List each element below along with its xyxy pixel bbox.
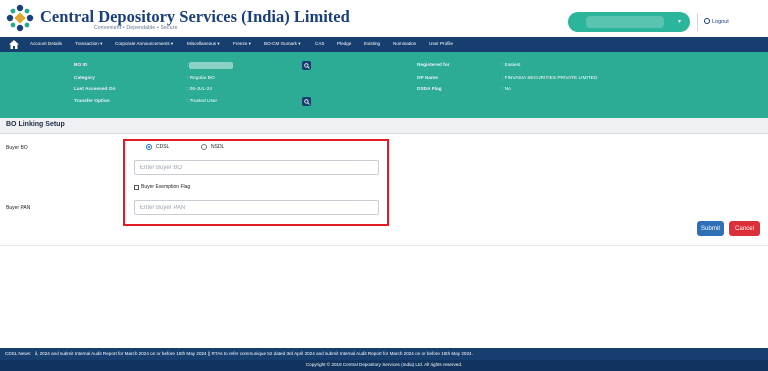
buyer-bo-input[interactable] [134,160,379,175]
section-title: BO Linking Setup [6,121,65,128]
nav-freeze[interactable]: Freeze ▾ [233,41,251,47]
nav-corporate-announcements[interactable]: Corporate Announcements ▾ [115,41,173,47]
radio-cdsl-label: CDSL [156,144,170,150]
bo-id-label: BO ID [74,63,88,68]
logout-label: Logout [712,19,729,25]
search-icon [303,62,310,69]
user-select-dropdown[interactable]: ▾ [568,12,690,32]
nav-bo-cm-gumark[interactable]: BO-CM Gumark ▾ [264,41,301,47]
brand-title: Central Depository Services (India) Limi… [40,7,350,26]
home-icon[interactable] [9,40,19,49]
buyer-exemption-checkbox[interactable] [134,185,139,190]
search-icon [303,98,310,105]
last-accessed-label: Last Accessed On [74,87,116,92]
dp-name-label: DP Name [417,76,438,81]
nav-user-profile[interactable]: User Profile [429,41,453,46]
cancel-button[interactable]: Cancel [729,221,760,236]
submit-button[interactable]: Submit [697,221,724,236]
registered-for-label: Registered for [417,63,450,68]
bo-info-panel [0,52,768,118]
cdsl-logo-icon[interactable] [6,4,34,32]
transfer-option-label: Transfer Option [74,99,110,104]
nav-pledge[interactable]: Pledge [337,41,351,46]
main-nav: Account Details Transaction ▾ Corporate … [0,37,768,52]
nav-account-details[interactable]: Account Details [30,41,62,46]
header: Central Depository Services (India) Limi… [0,0,768,37]
buyer-pan-input[interactable] [134,200,379,215]
nav-transaction[interactable]: Transaction ▾ [75,41,102,47]
power-icon [704,18,710,24]
copyright-text: Copyright © 2018 Central Depository Serv… [305,362,463,367]
bo-id-redacted [189,62,233,69]
buyer-bo-label: Buyer BO [6,145,28,151]
dsda-flag-label: DSDA Flag [417,87,442,92]
nav-existing[interactable]: Existing [364,41,380,46]
search-bo-button[interactable] [302,61,311,70]
brand-tagline: Convenient • Dependable • Secure [94,25,178,31]
category-label: Category [74,76,95,81]
nav-miscellaneous[interactable]: Miscellaneous ▾ [187,41,220,47]
header-divider [697,13,698,31]
radio-nsdl[interactable] [201,144,207,150]
category-value: : Regular BO [187,76,215,81]
nav-cas[interactable]: CAS [315,41,324,46]
transfer-option-value: : Trusted User [187,99,218,104]
nav-nomination[interactable]: Nomination [393,41,416,46]
dsda-flag-value: : No [502,87,511,92]
buyer-pan-label: Buyer PAN [6,205,31,211]
caret-down-icon: ▾ [677,19,681,25]
section-header [0,118,768,134]
radio-nsdl-label: NSDL [211,144,225,150]
radio-cdsl[interactable] [146,144,152,150]
last-accessed-value: : 06-JUL-24 [187,87,213,92]
news-label: CDSL News: [5,351,32,356]
registered-for-value: : Easiest [502,63,521,68]
user-name-redacted [586,16,664,28]
buyer-exemption-label: Buyer Exemption Flag [141,184,191,190]
transfer-search-button[interactable] [302,97,311,106]
news-text[interactable]: il, 2024 and submit Internal Audit Repor… [35,351,473,356]
dp-name-value: : FINVASIA SECURITIES PRIVATE LIMITED [502,76,598,81]
logout-link[interactable]: Logout [704,18,729,25]
